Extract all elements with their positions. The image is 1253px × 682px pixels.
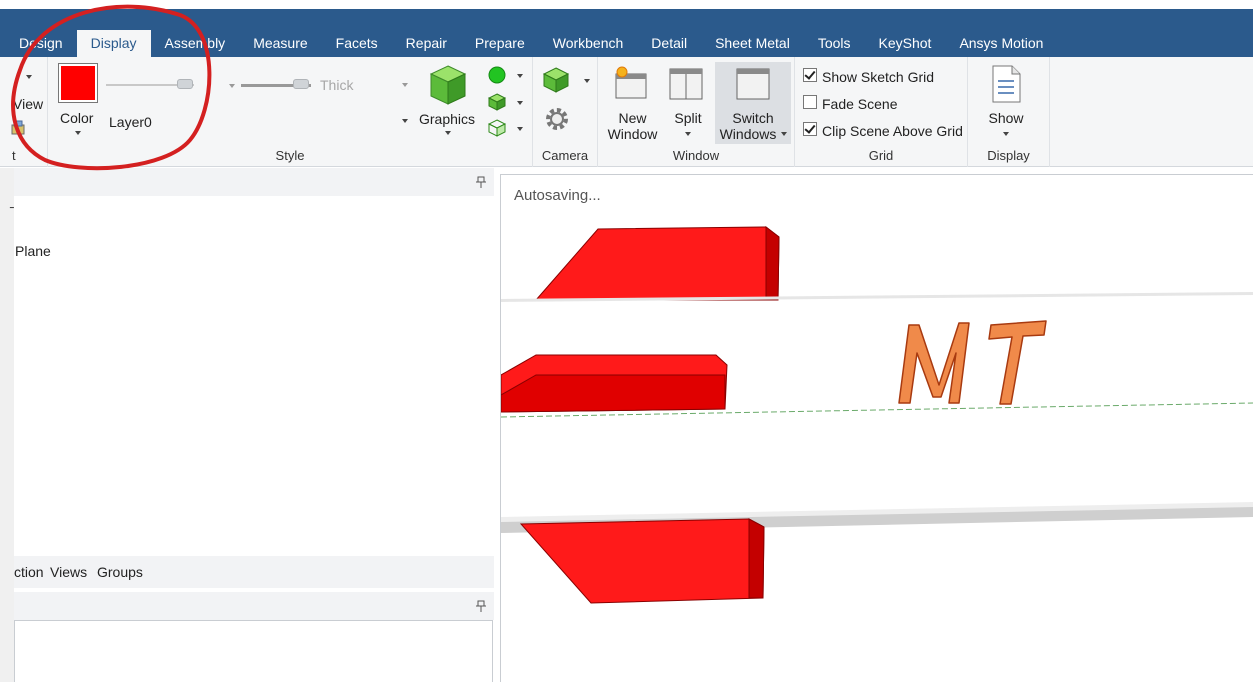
tab-selection[interactable]: ction <box>14 564 44 580</box>
chevron-down-icon[interactable] <box>26 75 32 79</box>
chevron-down-icon[interactable] <box>445 131 451 135</box>
new-window-icon[interactable] <box>613 65 649 101</box>
color-button-label[interactable]: Color <box>60 110 93 126</box>
show-sketch-grid-checkbox[interactable] <box>803 68 817 82</box>
design-viewport[interactable]: Autosaving... <box>500 174 1253 682</box>
chevron-down-icon[interactable] <box>517 74 523 78</box>
tab-keyshot[interactable]: KeyShot <box>865 30 946 57</box>
wireframe-cube-icon[interactable] <box>488 119 506 137</box>
camera-group: Camera <box>533 57 598 167</box>
new-window-label-line2[interactable]: Window <box>604 126 661 142</box>
chevron-down-icon[interactable] <box>517 101 523 105</box>
style-group: Color Layer0 Thick Graphics Style <box>48 57 533 167</box>
ribbon-tab-bar: Design Display Assembly Measure Facets R… <box>0 0 1253 57</box>
switch-windows-label-line2[interactable]: Windows <box>710 126 786 142</box>
fade-scene-label[interactable]: Fade Scene <box>822 96 898 112</box>
properties-panel-header <box>14 592 494 620</box>
graphics-button-label[interactable]: Graphics <box>419 111 475 127</box>
chevron-down-icon[interactable] <box>584 79 590 83</box>
red-block-bottom-side <box>748 518 765 599</box>
tab-design[interactable]: Design <box>0 30 77 57</box>
tab-tools[interactable]: Tools <box>804 30 865 57</box>
tree-item-plane[interactable]: Plane <box>15 243 51 259</box>
new-window-label-line1[interactable]: New <box>604 110 661 126</box>
grid-group-label: Grid <box>868 148 894 163</box>
ribbon-tabs: Design Display Assembly Measure Facets R… <box>0 30 1057 57</box>
orient-group-label: t <box>12 148 16 163</box>
show-sketch-grid-label[interactable]: Show Sketch Grid <box>822 69 934 85</box>
switch-windows-icon[interactable] <box>735 67 771 101</box>
ribbon: View t Color Layer0 Thick Graphics Style… <box>0 57 1253 167</box>
line-weight-slider-thumb[interactable] <box>293 79 309 89</box>
tab-groups[interactable]: Groups <box>97 564 143 580</box>
chevron-down-icon[interactable] <box>75 131 81 135</box>
sphere-icon[interactable] <box>488 66 506 84</box>
tab-display[interactable]: Display <box>76 30 151 57</box>
pin-icon[interactable] <box>476 600 486 612</box>
chevron-down-icon[interactable] <box>402 83 408 87</box>
chevron-down-icon[interactable] <box>402 119 408 123</box>
camera-group-label: Camera <box>541 148 589 163</box>
show-button-label[interactable]: Show <box>982 110 1030 126</box>
orient-group: View t <box>0 57 48 167</box>
window-group-label: Window <box>672 148 720 163</box>
red-block-bottom[interactable] <box>519 518 765 604</box>
view-icon[interactable] <box>10 119 26 137</box>
structure-panel-header <box>14 168 494 196</box>
layer-label[interactable]: Layer0 <box>109 114 152 130</box>
shaded-cube-icon[interactable] <box>488 93 506 111</box>
chevron-down-icon[interactable] <box>517 127 523 131</box>
chevron-down-icon[interactable] <box>229 84 235 88</box>
chevron-down-icon[interactable] <box>1003 132 1009 136</box>
graphics-cube-icon[interactable] <box>429 64 467 106</box>
left-edge-strip <box>0 168 14 682</box>
tab-measure[interactable]: Measure <box>239 30 321 57</box>
gear-icon[interactable] <box>543 105 571 133</box>
camera-cube-icon[interactable] <box>542 66 570 94</box>
color-swatch <box>61 66 95 100</box>
view-button[interactable]: View <box>13 96 43 112</box>
style-group-label: Style <box>275 148 305 163</box>
line-style-slider-thumb[interactable] <box>177 79 193 89</box>
tab-sheet-metal[interactable]: Sheet Metal <box>701 30 804 57</box>
fade-scene-checkbox[interactable] <box>803 95 817 109</box>
mt-letters[interactable] <box>898 320 1047 405</box>
switch-windows-label-line1[interactable]: Switch <box>715 110 791 126</box>
tab-prepare[interactable]: Prepare <box>461 30 539 57</box>
show-document-icon[interactable] <box>990 65 1022 103</box>
pin-icon[interactable] <box>476 176 486 188</box>
tab-assembly[interactable]: Assembly <box>151 30 240 57</box>
tree-expander-icon[interactable]: ╴ <box>10 200 18 216</box>
display-group-label: Display <box>987 148 1030 163</box>
tab-repair[interactable]: Repair <box>392 30 461 57</box>
display-group: Show Display <box>968 57 1050 167</box>
structure-panel: ╴ Plane ction Views Groups <box>10 168 494 682</box>
check-icon <box>804 122 816 134</box>
chevron-down-icon[interactable] <box>781 132 787 136</box>
tab-workbench[interactable]: Workbench <box>539 30 638 57</box>
split-window-icon[interactable] <box>668 67 704 101</box>
panel-tabs: ction Views Groups <box>14 556 494 588</box>
color-swatch-button[interactable] <box>58 63 98 103</box>
tab-detail[interactable]: Detail <box>637 30 701 57</box>
tab-ansys-motion[interactable]: Ansys Motion <box>945 30 1057 57</box>
clip-scene-label[interactable]: Clip Scene Above Grid <box>822 123 963 139</box>
red-block-top-side <box>765 225 780 301</box>
tab-facets[interactable]: Facets <box>322 30 392 57</box>
window-group: New Window Split Switch Windows Window <box>598 57 795 167</box>
clip-scene-checkbox[interactable] <box>803 122 817 136</box>
grid-group: Show Sketch Grid Fade Scene Clip Scene A… <box>795 57 968 167</box>
check-icon <box>804 68 816 80</box>
properties-box[interactable] <box>14 620 493 682</box>
title-strip <box>0 0 1253 9</box>
red-block-top[interactable] <box>534 226 780 301</box>
tab-views[interactable]: Views <box>50 564 87 580</box>
chevron-down-icon[interactable] <box>685 132 691 136</box>
split-button-label[interactable]: Split <box>666 110 710 126</box>
red-block-middle-face <box>501 374 726 413</box>
line-weight-label[interactable]: Thick <box>320 77 353 93</box>
model-scene <box>501 225 1253 604</box>
